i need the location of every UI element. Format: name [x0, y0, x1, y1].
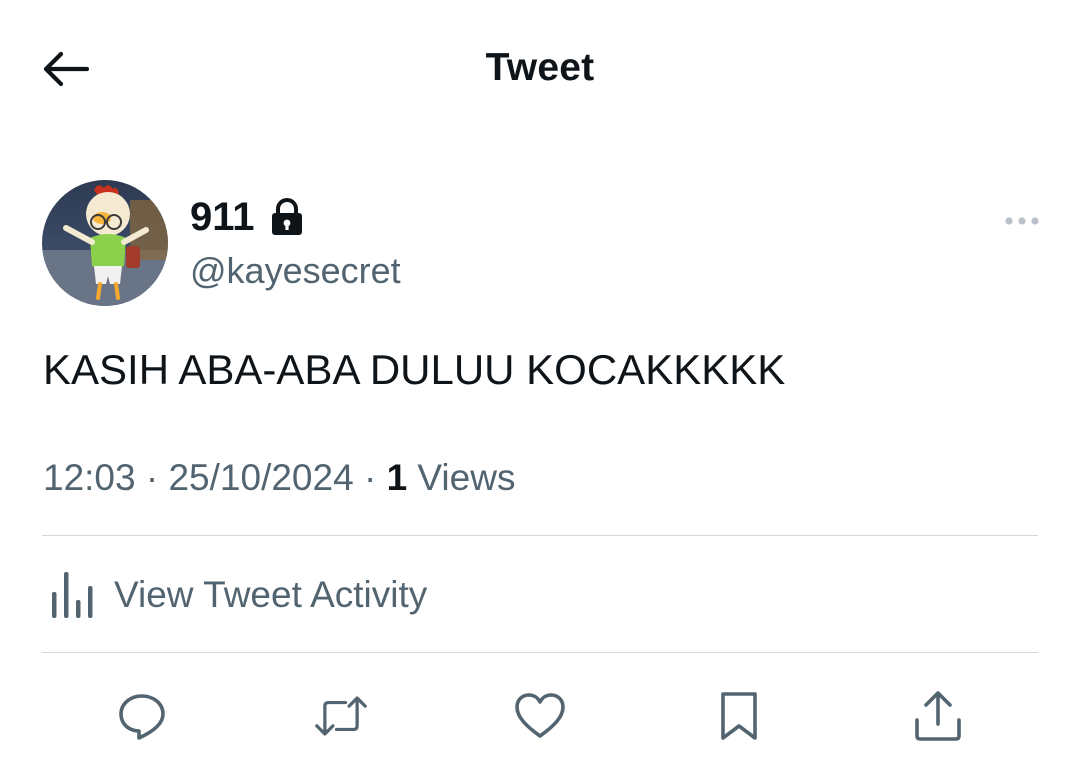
more-dots-icon	[1005, 217, 1039, 225]
tweet-detail-page: Tweet 911 @kayesecret KASIH ABA-ABA DULU…	[0, 0, 1080, 768]
tweet-text: KASIH ABA-ABA DULUU KOCAKKKKK	[43, 346, 786, 393]
more-options-button[interactable]	[1000, 206, 1044, 236]
bar-chart-icon	[52, 572, 93, 618]
view-tweet-activity-button[interactable]: View Tweet Activity	[48, 568, 427, 622]
bookmark-icon	[721, 692, 757, 740]
lock-icon	[271, 198, 302, 235]
reply-icon	[119, 694, 165, 740]
display-name: 911	[190, 195, 255, 239]
retweet-button[interactable]	[315, 690, 367, 742]
tweet-time[interactable]: 12:03	[43, 457, 136, 498]
meta-separator: ·	[145, 457, 159, 498]
heart-icon	[515, 693, 565, 738]
share-icon	[915, 691, 961, 741]
views-count: 1	[386, 457, 408, 498]
activity-label: View Tweet Activity	[114, 574, 428, 615]
meta-separator: ·	[363, 457, 377, 498]
cartoon-chicken-avatar	[42, 180, 168, 306]
tweet-date[interactable]: 25/10/2024	[168, 457, 353, 498]
display-name-row[interactable]: 911	[190, 194, 305, 240]
reply-button[interactable]	[116, 690, 168, 742]
divider	[42, 535, 1038, 536]
user-handle[interactable]: @kayesecret	[190, 250, 401, 292]
tweet-meta: 12:03 · 25/10/2024 · 1 Views	[43, 456, 515, 500]
share-button[interactable]	[912, 690, 964, 742]
avatar[interactable]	[42, 180, 168, 306]
bookmark-button[interactable]	[713, 690, 765, 742]
like-button[interactable]	[514, 690, 566, 742]
divider	[42, 652, 1038, 653]
views-label: Views	[417, 457, 516, 498]
page-title: Tweet	[485, 46, 595, 89]
retweet-icon	[315, 696, 367, 736]
